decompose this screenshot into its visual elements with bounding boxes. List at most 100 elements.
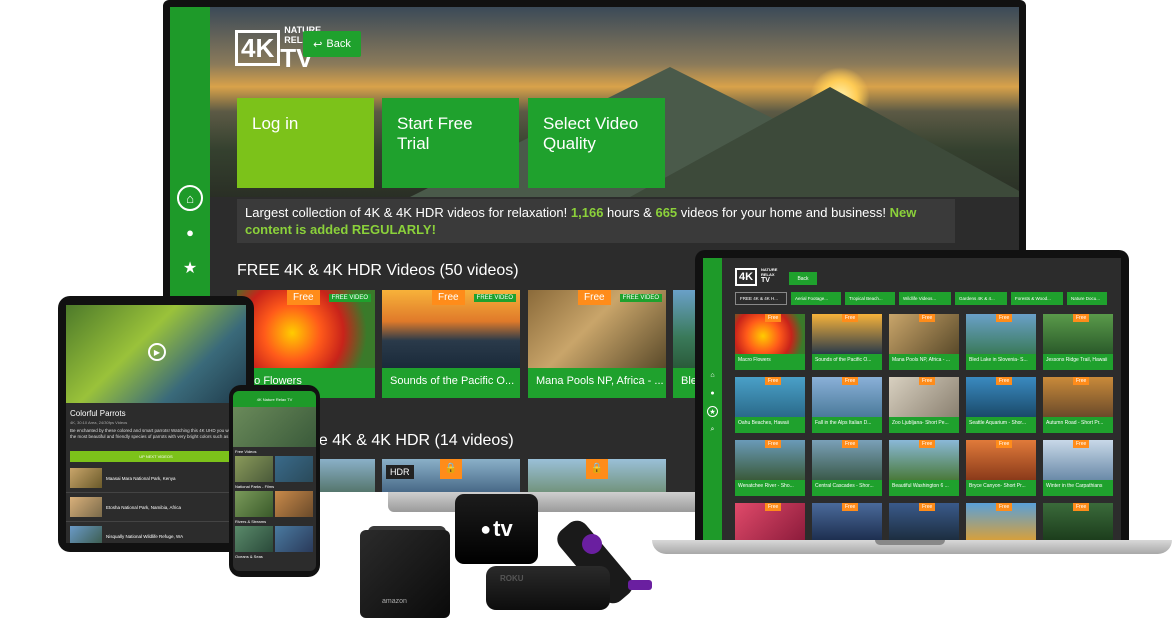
- free-badge: Free: [996, 503, 1013, 511]
- category-chip[interactable]: Wildlife Videos...: [899, 292, 951, 305]
- free-video-badge: FREE VIDEO: [473, 294, 516, 302]
- select-quality-tile[interactable]: Select Video Quality: [528, 98, 665, 188]
- category-chips: FREE 4K & 4K H... Aerial Footage... Trop…: [735, 292, 1107, 305]
- logo-tv: TV: [761, 277, 770, 284]
- home-icon[interactable]: ⌂: [707, 370, 718, 381]
- devices-showcase: 4K NATURE RELAX TV ↩ Back Log in Start F…: [0, 0, 1173, 628]
- video-caption: Beautiful Washington 6 ...: [892, 483, 949, 489]
- category-chip[interactable]: FREE 4K & 4K H...: [735, 292, 787, 305]
- category-chip[interactable]: Tropical Beach...: [845, 292, 895, 305]
- laptop-notch: [875, 540, 945, 545]
- video-card[interactable]: Free Central Cascades - Shor...: [812, 440, 882, 496]
- section-title: Rivers & Streams: [235, 519, 267, 524]
- video-card[interactable]: Free Oahu Beaches, Hawaii: [735, 377, 805, 433]
- video-card[interactable]: Free Bryce Canyon- Short Pr...: [966, 440, 1036, 496]
- video-thumbnail[interactable]: [235, 456, 273, 482]
- play-icon[interactable]: ▶: [148, 343, 166, 361]
- user-icon[interactable]: ●: [177, 219, 203, 245]
- banner-text-2: hours &: [603, 205, 656, 220]
- video-title: Colorful Parrots: [70, 409, 126, 418]
- tablet-screen: ▶ Colorful Parrots 4K, 30:10 Area, 24/30…: [66, 305, 246, 543]
- video-card[interactable]: Free: [966, 503, 1036, 543]
- video-card[interactable]: Free Wenatchee River - Sho...: [735, 440, 805, 496]
- video-thumbnail[interactable]: [275, 526, 313, 552]
- video-card[interactable]: Free: [735, 503, 805, 543]
- app-logo: 4K: [735, 268, 758, 286]
- logo-text: NATURE RELAX TV: [761, 267, 777, 284]
- video-card[interactable]: Free Bled Lake in Slovenia- S...: [966, 314, 1036, 370]
- free-badge: Free: [842, 314, 859, 322]
- video-card[interactable]: Free Winter in the Carpathians: [1043, 440, 1113, 496]
- search-icon[interactable]: ⌕: [707, 424, 718, 435]
- banner-videos: 665: [655, 205, 678, 220]
- video-thumbnail[interactable]: [275, 491, 313, 517]
- video-card[interactable]: Free Beautiful Washington 6 ...: [889, 440, 959, 496]
- parrot-video-player[interactable]: ▶: [66, 305, 246, 403]
- free-badge: Free: [1073, 440, 1090, 448]
- video-card[interactable]: Free Fall in the Alps Italian D...: [812, 377, 882, 433]
- roku-box: [486, 566, 610, 610]
- video-card[interactable]: Free Seattle Aquarium - Shor...: [966, 377, 1036, 433]
- video-thumbnail: [70, 468, 102, 488]
- list-item-title: Nisqually National Wildlife Refuge, WA: [106, 533, 184, 539]
- video-card[interactable]: Free Mana Pools NP, Africa - ...: [889, 314, 959, 370]
- video-caption: Oahu Beaches, Hawaii: [738, 420, 789, 426]
- video-card[interactable]: Free Jessons Ridge Trail, Hawaii: [1043, 314, 1113, 370]
- video-card[interactable]: Free FREE VIDEO cro Flowers: [237, 290, 375, 398]
- video-card[interactable]: 🔒: [528, 459, 666, 492]
- free-badge: Free: [919, 503, 936, 511]
- video-card[interactable]: Free: [889, 503, 959, 543]
- home-icon[interactable]: ⌂: [177, 185, 203, 211]
- phone-header: 4K Nature Relax TV: [233, 391, 316, 407]
- free-badge: Free: [1073, 377, 1090, 385]
- video-thumbnail: [70, 526, 102, 543]
- video-card[interactable]: Free: [812, 503, 882, 543]
- star-icon[interactable]: ★: [707, 406, 718, 417]
- video-thumbnail[interactable]: [235, 526, 273, 552]
- back-label: Back: [326, 38, 351, 50]
- video-card[interactable]: Free Macro Flowers: [735, 314, 805, 370]
- user-icon[interactable]: ●: [707, 388, 718, 399]
- list-item[interactable]: Nisqually National Wildlife Refuge, WA: [66, 522, 246, 543]
- video-thumbnail[interactable]: [235, 491, 273, 517]
- video-card[interactable]: Free Autumn Road - Short Pr...: [1043, 377, 1113, 433]
- login-tile[interactable]: Log in: [237, 98, 374, 188]
- star-icon[interactable]: ★: [177, 255, 203, 281]
- video-card[interactable]: HDR 🔒: [382, 459, 520, 492]
- banner-text-3: videos for your home and business!: [677, 205, 890, 220]
- category-chip[interactable]: Nature Docu...: [1067, 292, 1107, 305]
- category-chip[interactable]: Aerial Footage...: [791, 292, 841, 305]
- video-card[interactable]: Free FREE VIDEO Sounds of the Pacific O.…: [382, 290, 520, 398]
- video-caption: Mana Pools NP, Africa - ...: [892, 357, 950, 363]
- hero-image: [233, 407, 316, 447]
- video-row: [233, 526, 316, 552]
- back-button[interactable]: ↩ Back: [303, 31, 361, 57]
- list-item[interactable]: Etosha National Park, Namibia, Africa: [66, 493, 246, 522]
- start-trial-tile[interactable]: Start Free Trial: [382, 98, 519, 188]
- phone-screen: 4K Nature Relax TV Free Videos National …: [233, 391, 316, 571]
- video-card[interactable]: Free FREE VIDEO Mana Pools NP, Africa - …: [528, 290, 666, 398]
- list-item[interactable]: Maasai Mara National Park, Kenya: [66, 464, 246, 493]
- free-badge: Free: [842, 503, 859, 511]
- video-card[interactable]: Free: [1043, 503, 1113, 543]
- up-next-button[interactable]: UP NEXT VIDEOS: [70, 451, 242, 462]
- back-button[interactable]: Back: [789, 272, 817, 285]
- phone-frame: 4K Nature Relax TV Free Videos National …: [229, 385, 320, 577]
- video-row: [233, 491, 316, 517]
- video-card[interactable]: Free Sounds of the Pacific O...: [812, 314, 882, 370]
- free-badge: Free: [919, 440, 936, 448]
- section-title-2: ge 4K & 4K HDR (14 videos): [310, 432, 514, 449]
- lock-icon: 🔒: [440, 459, 462, 479]
- video-caption: Autumn Road - Short Pr...: [1046, 420, 1104, 426]
- category-chip[interactable]: Gardens 4K & 4...: [955, 292, 1007, 305]
- category-chip[interactable]: Forests & Wood...: [1011, 292, 1063, 305]
- video-caption: Macro Flowers: [738, 357, 771, 363]
- video-thumbnail[interactable]: [275, 456, 313, 482]
- free-badge: Free: [919, 377, 936, 385]
- lock-icon: 🔒: [586, 459, 608, 479]
- video-card[interactable]: Free Zoo Ljubljana- Short Pe...: [889, 377, 959, 433]
- mountain-shape: [630, 87, 1019, 197]
- apple-tv-label: tv: [493, 516, 513, 541]
- tablet-frame: ▶ Colorful Parrots 4K, 30:10 Area, 24/30…: [58, 296, 254, 552]
- free-badge: Free: [842, 440, 859, 448]
